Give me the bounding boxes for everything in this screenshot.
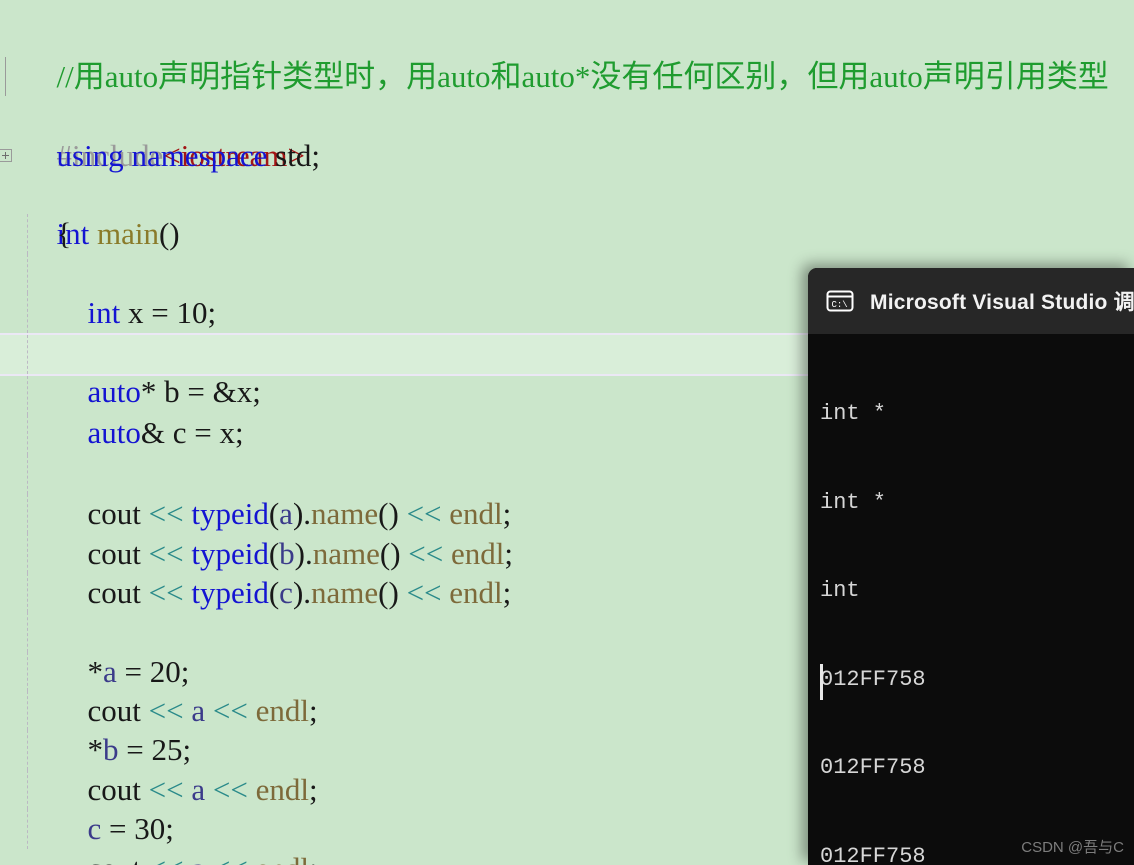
console-output-line: int * — [820, 489, 887, 515]
indent-guide — [27, 572, 29, 613]
console-output-line: int — [820, 578, 860, 603]
indent-guide — [27, 809, 29, 849]
indent-guide — [27, 533, 29, 573]
indent-guide — [27, 375, 29, 416]
console-window-title: Microsoft Visual Studio 调试控 — [870, 291, 1134, 314]
indent-guide — [27, 612, 29, 652]
indent-guide — [27, 769, 29, 810]
code-line-include[interactable]: #include<iostream> — [0, 56, 1134, 173]
indent-guide — [27, 415, 29, 455]
svg-text:C:\: C:\ — [832, 300, 848, 310]
code-line-main[interactable]: int main() — [0, 136, 1134, 251]
indent-guide — [27, 691, 29, 731]
code-line-open-brace[interactable]: { — [0, 175, 1134, 251]
console-output-area[interactable]: int * int * int 012FF758 012FF758 012FF7… — [808, 334, 1134, 865]
code-line-comment-clipped[interactable] — [0, 0, 1134, 17]
debug-console-window[interactable]: C:\ Microsoft Visual Studio 调试控 int * in… — [808, 268, 1134, 865]
indent-guide — [27, 214, 29, 254]
indent-guide — [27, 651, 29, 692]
console-title-bar[interactable]: C:\ Microsoft Visual Studio 调试控 — [808, 268, 1134, 334]
console-cmd-icon: C:\ — [826, 290, 854, 312]
code-line-comment[interactable]: //用auto声明指针类型时，用auto和auto*没有任何区别，但用auto声… — [0, 17, 1134, 94]
console-output-line: 012FF758 — [820, 755, 926, 780]
indent-guide — [27, 334, 29, 374]
console-output-line: 012FF758 — [820, 666, 926, 692]
console-text-cursor — [820, 664, 823, 700]
indent-guide — [27, 494, 29, 534]
indent-guide — [27, 730, 29, 770]
fold-expand-box-icon[interactable] — [0, 148, 12, 162]
indent-guide — [27, 293, 29, 333]
indent-guide — [27, 253, 29, 294]
code-line-int-x[interactable]: int x = 10; — [0, 214, 1134, 330]
code-line-using[interactable]: using namespace std; — [0, 96, 1134, 173]
indent-guide — [27, 454, 29, 495]
csdn-watermark: CSDN @吾与C — [1021, 839, 1124, 856]
console-output-line: int * — [820, 401, 887, 426]
fold-line-marker — [5, 56, 6, 97]
